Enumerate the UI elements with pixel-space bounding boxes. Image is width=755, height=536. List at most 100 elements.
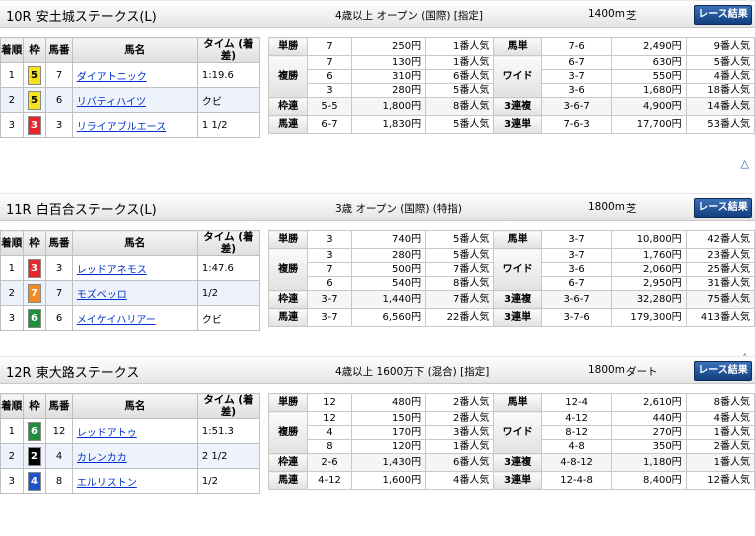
horse-number: 8 [45,468,73,494]
santan-payout: 8,400円 [611,471,687,490]
wide-numbers: 3-6 [540,262,613,277]
time-header: タイム (着差) [196,230,261,256]
wide-numbers: 4-12 [540,411,613,426]
horse-name-link[interactable]: ダイアトニック [77,72,147,83]
result-row: 1 6 12 レッドアトゥ 1:51.3 [0,418,261,444]
horse-name-link[interactable]: レッドアトゥ [77,428,137,439]
race-result-button[interactable]: レース結果 [694,361,752,381]
umatan-popularity: 42番人気 [685,230,755,249]
sanfuku-numbers: 3-6-7 [540,97,613,116]
fukusho-numbers: 3 [307,83,352,98]
waku-cell: 5 [22,62,47,88]
race-surface: 芝 [626,10,637,22]
wide-label: ワイド [493,411,542,454]
fukusho-popularity: 5番人気 [425,248,495,263]
wakuren-popularity: 8番人気 [425,97,495,116]
horse-name-header: 馬名 [71,230,198,256]
payout-table: 単勝 7 250円 1番人気 馬単 7-6 2,490円 9番人気 複勝 7 130円 1番人気 ワイド… [267,37,755,134]
umaren-label: 馬連 [267,115,309,134]
page-top-triangle-icon[interactable]: △ [741,157,749,170]
horse-name-cell: メイケイハリアー [71,305,198,331]
rank-header: 着順 [0,37,24,63]
waku-cell: 3 [22,112,47,138]
wakuren-numbers: 3-7 [307,290,352,309]
umatan-label: 馬単 [493,37,542,56]
fukusho-numbers: 7 [307,55,352,70]
waku-badge: 2 [27,446,41,466]
fukusho-payout: 280円 [350,83,427,98]
wide-numbers: 6-7 [540,276,613,291]
wide-popularity: 1番人気 [685,425,755,440]
wide-label: ワイド [493,55,542,98]
fukusho-payout: 280円 [350,248,427,263]
umaren-popularity: 22番人気 [425,308,495,327]
finish-time: クビ [196,305,261,331]
fukusho-popularity: 2番人気 [425,411,495,426]
umatan-label: 馬単 [493,230,542,249]
waku-cell: 4 [22,468,47,494]
race-distance: 1400m [588,8,625,20]
finish-rank: 3 [0,305,24,331]
wide-numbers: 3-7 [540,69,613,84]
horse-name-link[interactable]: リバティハイツ [77,97,146,108]
horse-name-cell: リライアブルエース [71,112,198,138]
tansho-numbers: 3 [307,230,352,249]
wide-payout: 270円 [611,425,687,440]
payout-row: 馬連 4-12 1,600円 4番人気 3連単 12-4-8 8,400円 12番人気 [267,471,755,490]
tansho-payout: 740円 [350,230,427,249]
wide-popularity: 2番人気 [685,439,755,454]
waku-badge: 7 [27,283,41,303]
wide-popularity: 5番人気 [685,55,755,70]
horse-name-link[interactable]: リライアブルエース [77,122,167,133]
horse-name-link[interactable]: メイケイハリアー [77,315,156,326]
finish-time: 1:19.6 [196,62,261,88]
umaren-popularity: 5番人気 [425,115,495,134]
race-result-button[interactable]: レース結果 [694,5,752,25]
payout-row: 複勝 3 280円 5番人気 ワイド 3-7 1,760円 23番人気 [267,248,755,291]
result-row: 3 4 8 エルリストン 1/2 [0,468,261,494]
race-conditions: 3歳 オープン (国際) (特指) [335,203,462,215]
waku-header: 枠 [22,37,47,63]
sanfuku-payout: 4,900円 [611,97,687,116]
waku-cell: 7 [22,280,47,306]
wide-payout: 350円 [611,439,687,454]
finish-time: 2 1/2 [196,443,261,469]
finish-rank: 2 [0,280,24,306]
wide-payout: 2,060円 [611,262,687,277]
result-table: 着順枠馬番 馬名 タイム (着差) 1 5 7 ダイアトニック 1:19.6 2 5 6 リバティハイ… [0,37,261,138]
horse-name-link[interactable]: レッドアネモス [77,265,147,276]
waku-cell: 5 [22,87,47,113]
time-header: タイム (着差) [196,37,261,63]
race-distance: 1800m [588,364,625,376]
time-header: タイム (着差) [196,393,261,419]
tansho-label: 単勝 [267,230,309,249]
waku-header: 枠 [22,230,47,256]
horse-number-header: 馬番 [45,393,73,419]
horse-number: 7 [45,280,73,306]
payout-row: 馬連 3-7 6,560円 22番人気 3連単 3-7-6 179,300円 413番人気 [267,308,755,327]
tansho-popularity: 5番人気 [425,230,495,249]
horse-name-link[interactable]: モズベッロ [77,290,127,301]
fukusho-popularity: 7番人気 [425,262,495,277]
wide-popularity: 4番人気 [685,411,755,426]
race-result-button[interactable]: レース結果 [694,198,752,218]
wakuren-label: 枠連 [267,453,309,472]
horse-name-cell: カレンカカ [71,443,198,469]
horse-number: 7 [45,62,73,88]
fukusho-label: 複勝 [267,55,309,98]
umaren-numbers: 3-7 [307,308,352,327]
finish-rank: 1 [0,418,24,444]
wakuren-numbers: 2-6 [307,453,352,472]
umatan-numbers: 7-6 [540,37,613,56]
horse-name-link[interactable]: カレンカカ [77,453,127,464]
payout-table: 単勝 3 740円 5番人気 馬単 3-7 10,800円 42番人気 複勝 3 280円 5番人気ワ… [267,230,755,327]
umaren-payout: 6,560円 [350,308,427,327]
santan-numbers: 3-7-6 [540,308,613,327]
horse-name-link[interactable]: エルリストン [77,478,137,489]
umaren-popularity: 4番人気 [425,471,495,490]
umatan-payout: 2,490円 [611,37,687,56]
waku-badge: 5 [27,90,41,110]
race-conditions: 4歳以上 オープン (国際) [指定] [335,10,483,22]
wakuren-payout: 1,440円 [350,290,427,309]
wide-numbers: 4-8 [540,439,613,454]
